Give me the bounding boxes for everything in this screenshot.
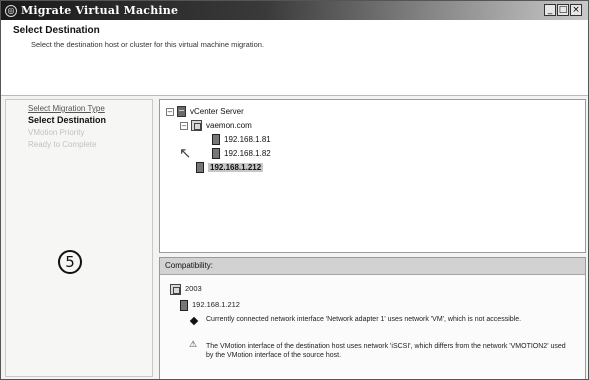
tree-node-datacenter[interactable]: − vaemon.com — [180, 120, 252, 131]
migrate-vm-window: ◎ Migrate Virtual Machine _ □ × Select D… — [0, 0, 589, 380]
app-icon: ◎ — [5, 4, 17, 17]
compat-warning-message: The VMotion interface of the destination… — [206, 343, 566, 359]
host-icon — [180, 300, 188, 311]
close-button[interactable]: × — [570, 4, 582, 16]
warning-icon: ⚠ — [189, 340, 198, 350]
tree-node-label: vaemon.com — [206, 121, 252, 130]
page-subtitle: Select the destination host or cluster f… — [31, 40, 265, 49]
page-title: Select Destination — [13, 25, 100, 36]
tree-node-host[interactable]: 192.168.1.81 — [212, 134, 271, 145]
step-select-destination: Select Destination — [28, 115, 107, 125]
host-icon — [212, 148, 220, 159]
host-icon — [212, 134, 220, 145]
step-select-migration-type[interactable]: Select Migration Type — [28, 104, 105, 113]
wizard-header: Select Destination Select the destinatio… — [1, 20, 588, 96]
destination-tree: − vCenter Server − vaemon.com 192.168.1.… — [159, 99, 586, 253]
compatibility-panel: Compatibility: 2003 192.168.1.212 Curren… — [159, 257, 586, 379]
step-ready-to-complete: Ready to Complete — [28, 140, 97, 149]
title-bar: ◎ Migrate Virtual Machine _ □ × — [1, 1, 588, 20]
tree-node-vcenter[interactable]: − vCenter Server — [166, 106, 244, 117]
tree-node-label: vCenter Server — [190, 107, 244, 116]
collapse-icon[interactable]: − — [180, 121, 188, 130]
maximize-button[interactable]: □ — [557, 4, 569, 16]
tree-node-label: 192.168.1.212 — [208, 163, 264, 172]
tree-node-host[interactable]: 192.168.1.82 — [212, 148, 271, 159]
host-icon — [196, 162, 204, 173]
tree-node-label: 192.168.1.82 — [224, 149, 271, 158]
tree-node-host-selected[interactable]: 192.168.1.212 — [196, 162, 264, 173]
compat-group-label: 2003 — [185, 284, 202, 293]
window-controls: _ □ × — [544, 4, 582, 16]
tree-node-label: 192.168.1.81 — [224, 135, 271, 144]
compat-error-message: Currently connected network interface 'N… — [206, 316, 522, 323]
compatibility-header: Compatibility: — [160, 258, 585, 275]
step-callout-number: 5 — [58, 250, 82, 274]
mouse-pointer-icon: ↖ — [179, 144, 192, 162]
datacenter-icon — [191, 120, 202, 131]
error-diamond-icon — [189, 316, 199, 326]
compat-host: 192.168.1.212 — [180, 300, 240, 311]
compat-host-label: 192.168.1.212 — [192, 300, 240, 309]
step-vmotion-priority: VMotion Priority — [28, 128, 85, 137]
cluster-icon — [170, 284, 181, 295]
collapse-icon[interactable]: − — [166, 107, 174, 116]
server-icon — [177, 106, 186, 117]
wizard-steps-panel: Select Migration Type Select Destination… — [5, 99, 153, 377]
window-title: Migrate Virtual Machine — [21, 4, 179, 17]
compat-group: 2003 — [170, 284, 202, 295]
minimize-button[interactable]: _ — [544, 4, 556, 16]
